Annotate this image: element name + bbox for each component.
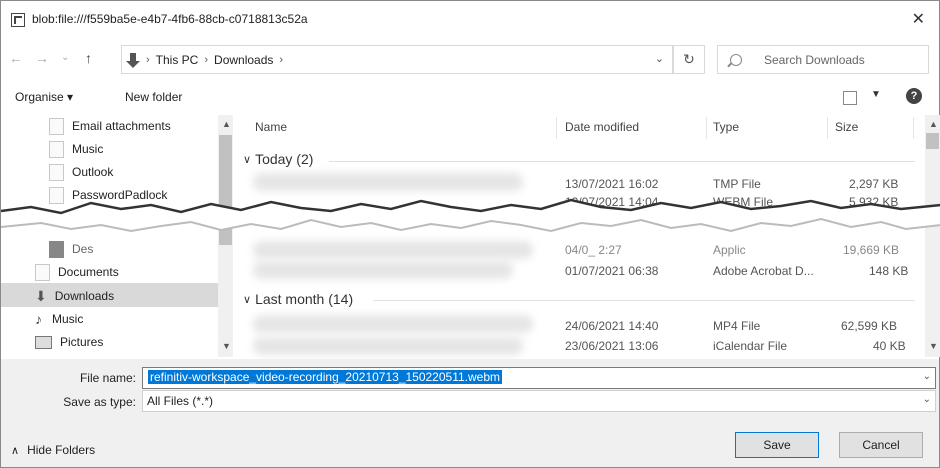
hide-folders-button[interactable]: ∧ Hide Folders xyxy=(11,443,95,457)
recent-dropdown-icon[interactable]: ⌄ xyxy=(61,52,69,63)
cancel-button[interactable]: Cancel xyxy=(839,432,923,458)
documents-icon xyxy=(35,263,50,281)
save-options-panel: File name: refinitiv-workspace_video-rec… xyxy=(1,359,939,467)
file-date: 01/07/2021 06:38 xyxy=(565,264,659,278)
file-name-input[interactable]: refinitiv-workspace_video-recording_2021… xyxy=(142,367,936,389)
breadcrumb-this-pc[interactable]: This PC xyxy=(156,53,199,67)
organise-menu[interactable]: Organise ▾ xyxy=(15,90,73,104)
folder-icon xyxy=(49,140,64,158)
save-button[interactable]: Save xyxy=(735,432,819,458)
column-separator[interactable] xyxy=(913,117,914,139)
nav-item-outlook[interactable]: Outlook xyxy=(49,161,113,183)
save-as-type-label: Save as type: xyxy=(63,395,136,409)
file-type: iCalendar File xyxy=(713,339,788,353)
refresh-button[interactable]: ↻ xyxy=(673,45,705,74)
file-date: 04/0_ 2:27 xyxy=(565,243,622,257)
file-date: 23/06/2021 13:06 xyxy=(565,339,659,353)
search-placeholder: Search Downloads xyxy=(764,52,865,67)
file-type: Adobe Acrobat D... xyxy=(713,264,814,278)
nav-item-downloads[interactable]: ⬇ Downloads xyxy=(35,285,114,307)
nav-item-pictures[interactable]: Pictures xyxy=(35,331,103,353)
column-separator[interactable] xyxy=(706,117,707,139)
save-as-type-value: All Files (*.*) xyxy=(147,394,214,408)
folder-icon xyxy=(49,117,64,135)
column-separator[interactable] xyxy=(827,117,828,139)
address-bar[interactable]: › This PC › Downloads › ⌄ xyxy=(121,45,673,74)
column-separator[interactable] xyxy=(556,117,557,139)
save-dialog-window: blob:file:///f559ba5e-e4b7-4fb6-88cb-c07… xyxy=(0,0,940,468)
chevron-right-icon: › xyxy=(204,53,209,66)
file-date: 24/06/2021 14:40 xyxy=(565,319,659,333)
scroll-down-arrow-icon[interactable]: ▼ xyxy=(929,341,938,351)
group-header-last-month[interactable]: ∨ Last month (14) xyxy=(243,291,353,307)
redacted-file-name xyxy=(253,337,523,355)
redacted-file-name xyxy=(253,261,513,279)
chevron-right-icon: › xyxy=(146,53,150,66)
address-dropdown-icon[interactable]: ⌄ xyxy=(655,52,664,65)
view-options-icon[interactable] xyxy=(843,91,857,105)
group-header-today[interactable]: ∨ Today (2) xyxy=(243,151,313,167)
scroll-up-arrow-icon[interactable]: ▲ xyxy=(222,119,231,129)
chevron-down-icon: ∨ xyxy=(243,153,252,166)
music-note-icon: ♪ xyxy=(35,311,42,327)
chevron-right-icon: › xyxy=(279,53,284,66)
command-toolbar: Organise ▾ New folder ▼ ? xyxy=(1,85,939,111)
column-header-size[interactable]: Size xyxy=(835,120,858,134)
group-divider xyxy=(329,161,915,162)
help-button[interactable]: ? xyxy=(906,88,922,104)
downloads-folder-icon xyxy=(126,52,140,68)
new-folder-button[interactable]: New folder xyxy=(125,90,182,104)
window-title: blob:file:///f559ba5e-e4b7-4fb6-88cb-c07… xyxy=(32,12,308,26)
chevron-up-icon: ∧ xyxy=(11,444,20,457)
folder-icon xyxy=(49,163,64,181)
column-header-name[interactable]: Name xyxy=(255,120,287,134)
title-bar: blob:file:///f559ba5e-e4b7-4fb6-88cb-c07… xyxy=(1,1,939,37)
navigation-bar: ← → ⌄ ↑ › This PC › Downloads › ⌄ ↻ Sear… xyxy=(1,45,939,74)
search-icon xyxy=(730,53,742,66)
file-list-scroll-thumb[interactable] xyxy=(926,133,939,149)
close-button[interactable]: ✕ xyxy=(912,9,925,29)
file-size: 19,669 KB xyxy=(843,243,900,257)
back-arrow-icon[interactable]: ← xyxy=(9,50,23,66)
file-type: MP4 File xyxy=(713,319,761,333)
download-arrow-icon: ⬇ xyxy=(35,287,47,304)
view-dropdown-icon[interactable]: ▼ xyxy=(871,89,881,100)
redacted-file-name xyxy=(253,315,533,333)
nav-item-documents[interactable]: Documents xyxy=(35,261,119,283)
file-size: 148 KB xyxy=(869,264,909,278)
column-header-type[interactable]: Type xyxy=(713,120,739,134)
column-header-date-modified[interactable]: Date modified xyxy=(565,120,639,134)
file-name-dropdown-icon[interactable]: ⌄ xyxy=(923,371,931,382)
up-arrow-icon[interactable]: ↑ xyxy=(85,50,92,66)
nav-item-music-folder[interactable]: Music xyxy=(49,138,103,160)
search-box[interactable]: Search Downloads xyxy=(717,45,929,74)
pictures-icon xyxy=(35,335,52,349)
save-as-type-select[interactable]: All Files (*.*) ⌄ xyxy=(142,390,936,412)
scroll-up-arrow-icon[interactable]: ▲ xyxy=(929,119,938,129)
file-name-value: refinitiv-workspace_video-recording_2021… xyxy=(148,370,503,384)
nav-item-music[interactable]: ♪ Music xyxy=(35,308,83,330)
group-divider xyxy=(373,300,915,301)
torn-paper-cut xyxy=(1,198,940,233)
chevron-down-icon: ∨ xyxy=(243,293,252,306)
file-size: 62,599 KB xyxy=(841,319,898,333)
app-icon xyxy=(11,13,25,27)
forward-arrow-icon[interactable]: → xyxy=(35,50,49,66)
chevron-down-icon: ⌄ xyxy=(922,394,931,405)
breadcrumb-downloads[interactable]: Downloads xyxy=(214,53,273,67)
scroll-down-arrow-icon[interactable]: ▼ xyxy=(222,341,231,351)
file-size: 40 KB xyxy=(873,339,906,353)
nav-item-email-attachments[interactable]: Email attachments xyxy=(49,115,171,137)
file-type: Applic xyxy=(713,243,746,257)
file-name-label: File name: xyxy=(79,371,136,385)
